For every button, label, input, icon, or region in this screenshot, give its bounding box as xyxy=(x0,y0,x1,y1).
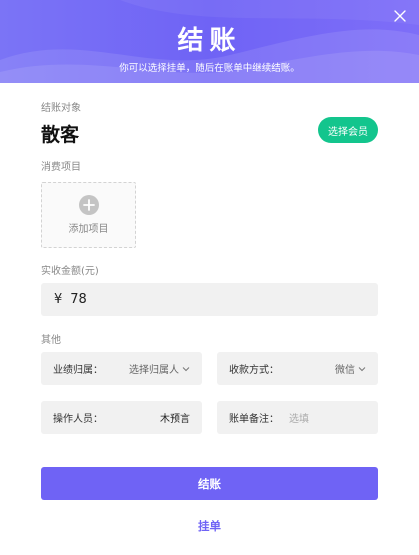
other-label: 其他 xyxy=(41,335,61,346)
add-item-button[interactable]: 添加项目 xyxy=(41,182,136,248)
operator-value: 木预言 xyxy=(160,414,190,425)
currency-symbol: ¥ xyxy=(54,292,63,307)
performance-value-wrap: 选择归属人 xyxy=(129,361,190,376)
add-item-label: 添加项目 xyxy=(68,224,109,235)
checkout-dialog: 结账 你可以选择挂单，随后在账单中继续结账。 结账对象 散客 选择会员 消费项目… xyxy=(0,0,419,555)
performance-value: 选择归属人 xyxy=(129,365,179,376)
checkout-button[interactable]: 结账 xyxy=(41,467,378,500)
dialog-subtitle: 你可以选择挂单，随后在账单中继续结账。 xyxy=(119,63,300,74)
remark-placeholder: 选填 xyxy=(289,414,309,425)
dialog-title: 结账 xyxy=(177,26,242,56)
dialog-header: 结账 你可以选择挂单，随后在账单中继续结账。 xyxy=(0,0,419,83)
performance-key: 业绩归属： xyxy=(53,365,103,376)
operator-field[interactable]: 操作人员： 木预言 xyxy=(41,401,202,434)
close-button[interactable] xyxy=(392,8,408,24)
payment-key: 收款方式： xyxy=(229,365,279,376)
items-label: 消费项目 xyxy=(41,162,81,173)
customer-name: 散客 xyxy=(41,124,80,146)
hang-order-link[interactable]: 挂单 xyxy=(0,518,419,534)
amount-input[interactable]: ¥ 78 xyxy=(41,283,378,316)
payment-method-select[interactable]: 收款方式： 微信 xyxy=(217,352,378,385)
close-icon xyxy=(394,10,406,22)
amount-label: 实收金额(元) xyxy=(41,266,99,277)
payment-value-wrap: 微信 xyxy=(335,361,366,376)
chevron-down-icon xyxy=(182,366,190,371)
target-label: 结账对象 xyxy=(41,103,81,114)
remark-input[interactable]: 账单备注： 选填 xyxy=(217,401,378,434)
chevron-down-icon xyxy=(358,366,366,371)
payment-value: 微信 xyxy=(335,365,355,376)
select-member-button[interactable]: 选择会员 xyxy=(318,117,378,143)
amount-value: 78 xyxy=(70,292,87,307)
operator-key: 操作人员： xyxy=(53,414,103,425)
plus-icon xyxy=(78,195,99,215)
remark-key: 账单备注： xyxy=(229,414,279,425)
performance-select[interactable]: 业绩归属： 选择归属人 xyxy=(41,352,202,385)
